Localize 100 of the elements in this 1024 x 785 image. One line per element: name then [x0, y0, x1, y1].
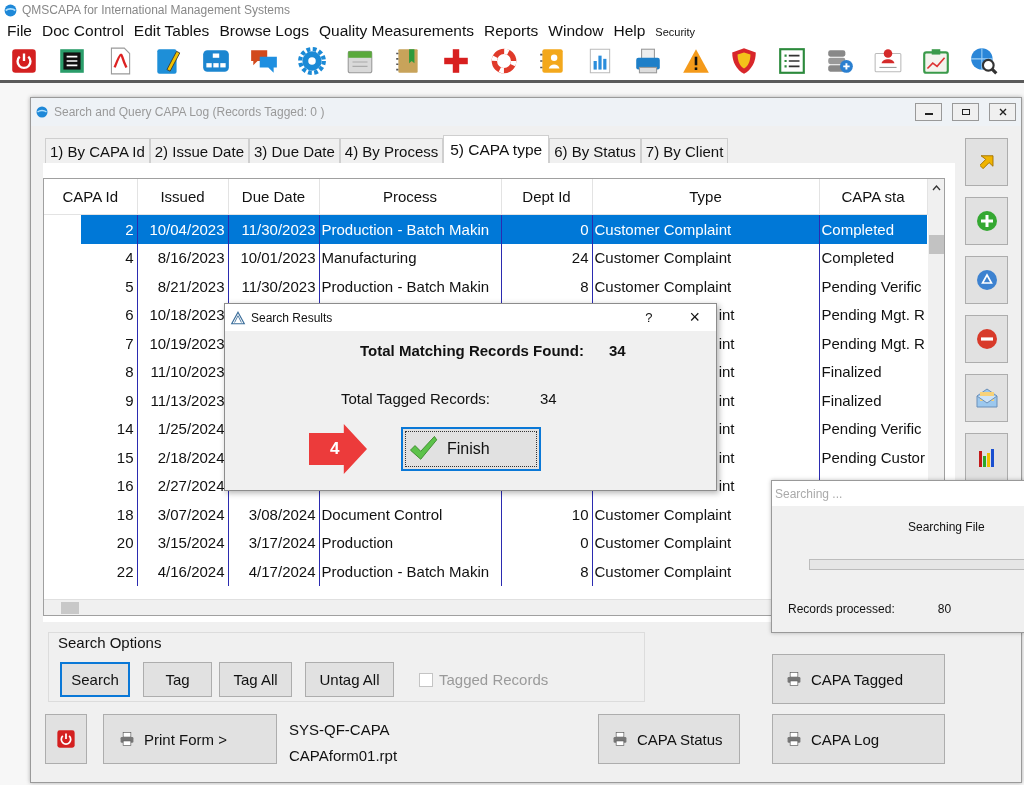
menu-item[interactable]: Window: [543, 20, 609, 40]
menu-item[interactable]: Doc Control: [37, 20, 129, 40]
table-row[interactable]: 2 10/04/2023 11/30/2023 Production - Batch Makin 0 Customer Complaint Completed: [44, 215, 927, 244]
table-cell: 2: [125, 220, 134, 238]
shield-icon[interactable]: [729, 46, 759, 76]
power-button[interactable]: [45, 714, 87, 764]
plus-icon[interactable]: [441, 46, 471, 76]
tab[interactable]: 5) CAPA type: [443, 135, 550, 163]
table-cell: 3/07/2024: [157, 505, 225, 523]
column-header[interactable]: Due Date: [228, 179, 319, 215]
window-title: Searching ...: [775, 486, 843, 501]
menu-item[interactable]: Security: [650, 24, 701, 38]
clipboard-chart-icon[interactable]: [921, 46, 951, 76]
status-message: Searching File: [908, 520, 985, 534]
checklist-icon[interactable]: [777, 46, 807, 76]
scroll-thumb[interactable]: [928, 235, 944, 254]
tab[interactable]: 1) By CAPA Id: [45, 138, 150, 163]
scroll-thumb[interactable]: [61, 602, 79, 614]
table-row[interactable]: 4 8/16/2023 10/01/2023 Manufacturing 24 Customer Complaint Completed: [44, 243, 927, 272]
lifebuoy-icon[interactable]: [489, 46, 519, 76]
menu-item[interactable]: Edit Tables: [128, 20, 215, 40]
table-cell: 7: [125, 334, 134, 352]
table-cell: 8: [125, 363, 134, 381]
search-option-button[interactable]: Tag All: [219, 662, 292, 697]
close-button[interactable]: ×: [689, 307, 700, 328]
settings-icon[interactable]: [297, 46, 327, 76]
table-cell: Production: [321, 534, 394, 552]
table-cell: Finalized: [821, 391, 882, 409]
printer-icon[interactable]: [633, 46, 663, 76]
table-cell: int: [718, 477, 735, 495]
column-header[interactable]: Issued: [137, 179, 228, 215]
table-cell: Manufacturing: [321, 249, 417, 267]
search-option-button[interactable]: Untag All: [305, 662, 394, 697]
menu-item[interactable]: Quality Measurements: [314, 20, 480, 40]
capa-status-button[interactable]: CAPA Status: [598, 714, 740, 764]
tab[interactable]: 4) By Process: [339, 138, 444, 163]
finish-button[interactable]: Finish: [401, 427, 541, 471]
globe-search-icon[interactable]: [969, 46, 999, 76]
capa-tagged-button[interactable]: CAPA Tagged: [772, 654, 945, 704]
tagged-records-label: Total Tagged Records:: [341, 390, 490, 407]
column-header[interactable]: Process: [319, 179, 501, 215]
column-header[interactable]: Dept Id: [501, 179, 592, 215]
tab[interactable]: 2) Issue Date: [149, 138, 249, 163]
table-cell: Customer Complaint: [594, 277, 732, 295]
table-cell: 4/17/2024: [248, 562, 316, 580]
menu-item[interactable]: File: [2, 20, 37, 40]
tab[interactable]: 3) Due Date: [249, 138, 340, 163]
table-cell: Customer Complaint: [594, 249, 732, 267]
table-row[interactable]: 5 8/21/2023 11/30/2023 Production - Batch Makin 8 Customer Complaint Pending Verific: [44, 272, 927, 301]
column-header[interactable]: CAPA sta: [819, 179, 927, 215]
table-cell: 10/18/2023: [149, 306, 225, 324]
records-processed-label: Records processed:: [788, 602, 895, 616]
table-cell: 8: [580, 562, 589, 580]
side-toolbar-button[interactable]: [965, 197, 1008, 245]
table-cell: Pending Verific: [821, 277, 922, 295]
table-cell: Customer Complaint: [594, 505, 732, 523]
table-cell: Production - Batch Makin: [321, 277, 490, 295]
table-cell: 11/30/2023: [241, 277, 316, 295]
table-cell: int: [718, 306, 735, 324]
menu-item[interactable]: Browse Logs: [214, 20, 314, 40]
minimize-button[interactable]: [915, 103, 942, 121]
table-cell: Customer Complaint: [594, 562, 732, 580]
column-header[interactable]: Type: [592, 179, 819, 215]
table-cell: 4: [125, 249, 134, 267]
table-cell: 2/27/2024: [157, 477, 225, 495]
document-list-icon[interactable]: [57, 46, 87, 76]
power-icon[interactable]: [9, 46, 39, 76]
form-id: SYS-QF-CAPA: [289, 721, 391, 738]
table-cell: 11/30/2023: [241, 220, 316, 238]
search-option-button[interactable]: Search: [60, 662, 130, 697]
table-cell: 24: [571, 249, 589, 267]
table-cell: int: [718, 391, 735, 409]
menu-item[interactable]: Help: [608, 20, 651, 40]
restore-button[interactable]: [952, 103, 979, 121]
app-logo-icon: [35, 105, 49, 119]
table-cell: 1/25/2024: [157, 420, 225, 438]
help-button[interactable]: ?: [645, 310, 653, 325]
scroll-up-icon: [931, 185, 941, 191]
tagged-records-value: 34: [540, 390, 557, 407]
matching-records-value: 34: [608, 342, 626, 359]
tab[interactable]: 6) By Status: [549, 138, 641, 163]
records-processed-value: 80: [937, 602, 952, 616]
print-form-button[interactable]: Print Form >: [103, 714, 277, 764]
printer-icon: [611, 730, 629, 748]
side-toolbar-button[interactable]: [965, 256, 1008, 304]
side-toolbar-button[interactable]: [965, 433, 1008, 481]
menu-item[interactable]: Reports: [479, 20, 544, 40]
table-cell: 9: [125, 391, 134, 409]
close-button[interactable]: [989, 103, 1016, 121]
printer-icon: [785, 730, 803, 748]
app-logo-icon: [230, 309, 246, 326]
side-toolbar-button[interactable]: [965, 315, 1008, 363]
capa-log-button[interactable]: CAPA Log: [772, 714, 945, 764]
tab[interactable]: 7) By Client: [640, 138, 729, 163]
table-cell: 6: [125, 306, 134, 324]
search-option-button[interactable]: Tag: [143, 662, 212, 697]
table-cell: 10: [571, 505, 589, 523]
column-header[interactable]: CAPA Id: [44, 179, 137, 215]
table-cell: Production - Batch Makin: [321, 220, 490, 238]
report-file-name: CAPAform01.rpt: [289, 747, 399, 764]
